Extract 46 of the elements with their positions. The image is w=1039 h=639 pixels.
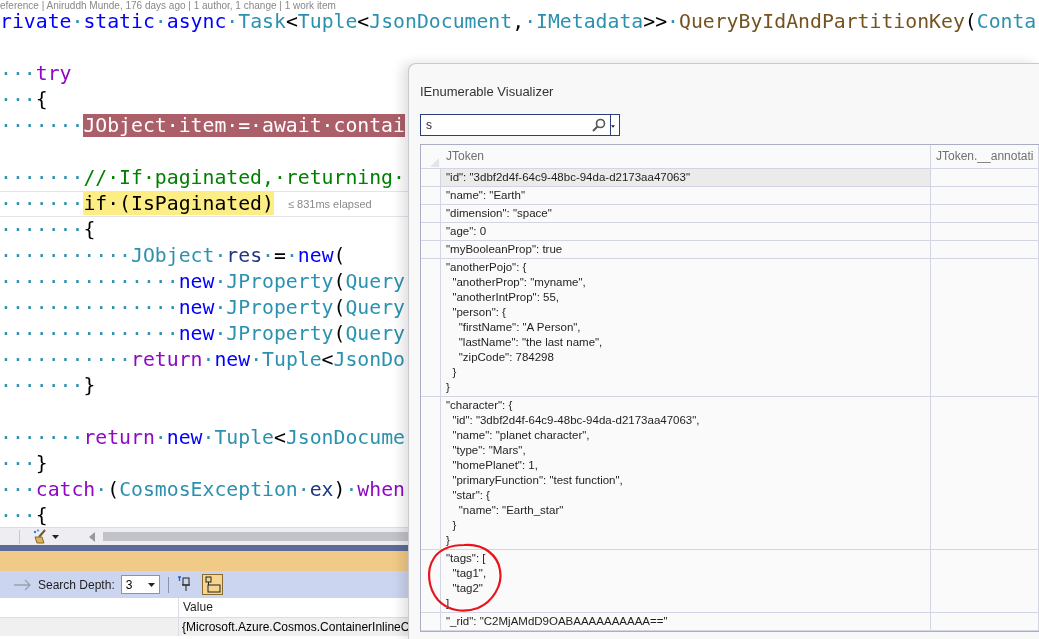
grid-row[interactable]: "id": "3dbf2d4f-64c9-48bc-94da-d2173aa47063"	[421, 169, 1039, 187]
grid-cell: "myBooleanProp": true	[441, 241, 931, 258]
code-line: ···catch·(CosmosException·ex)·when	[0, 477, 405, 503]
caret-icon	[611, 125, 615, 128]
grid-cell: "age": 0	[441, 223, 931, 240]
grid-cell: "id": "3dbf2d4f-64c9-48bc-94da-d2173aa47063"	[441, 169, 931, 186]
search-depth-dropdown[interactable]: 3	[120, 575, 160, 594]
code-line: ·······return·new·Tuple<JsonDocume	[0, 425, 405, 451]
search-depth-label: Search Depth:	[38, 577, 115, 592]
grid-row[interactable]: "age": 0	[421, 223, 1039, 241]
code-line: ···········JObject·res·=·new(	[0, 243, 346, 269]
code-line: ···········return·new·Tuple<JsonDo	[0, 347, 405, 373]
grid-cell: "name": "Earth"	[441, 187, 931, 204]
grid-row[interactable]: "character": { "id": "3dbf2d4f-64c9-48bc-94da-d2173aa47063", "name": "planet character", "type": "Mars", "homePlanet": 1, "primaryFunction": "test function", "star": { "name": "Earth_star" } }	[421, 397, 1039, 550]
grid-row[interactable]: "anotherPojo": { "anotherProp": "myname", "anotherIntProp": 55, "person": { "firstName": "A Person", "lastName": "the last name", "zipCode": 784298 } }	[421, 259, 1039, 397]
code-line: ·······{	[0, 217, 96, 243]
caret-icon	[147, 582, 155, 587]
grid-cell: "anotherPojo": { "anotherProp": "myname", "anotherIntProp": 55, "person": { "firstName": "A Person", "lastName": "the last name", "zipCode": 784298 } }	[441, 259, 931, 396]
dialog-title: IEnumerable Visualizer	[420, 84, 555, 100]
code-line: ···············new·JProperty(Query	[0, 269, 405, 295]
code-line: ···}	[0, 451, 48, 477]
code-line: ···{	[0, 503, 48, 527]
grid-cell: "character": { "id": "3dbf2d4f-64c9-48bc-94da-d2173aa47063", "name": "planet character", "type": "Mars", "homePlanet": 1, "primaryFunction": "test function", "star": { "name": "Earth_star" } }	[441, 397, 931, 549]
codelens-text[interactable]: eference | Aniruddh Munde, 176 days ago | 1 author, 1 change | 1 work item	[0, 0, 1039, 9]
toolbar-toggle-button[interactable]	[201, 574, 223, 595]
caret-icon	[52, 534, 59, 539]
code-line: ·······}	[0, 373, 96, 399]
column-header[interactable]: JToken.__annotati	[931, 145, 1039, 168]
code-line: ···············new·JProperty(Query	[0, 321, 405, 347]
code-line: ···try	[0, 61, 72, 87]
code-line: ···············new·JProperty(Query	[0, 295, 405, 321]
grid-cell: "dimension": "space"	[441, 205, 931, 222]
grid-row[interactable]: "dimension": "space"	[421, 205, 1039, 223]
grid-row[interactable]: "_rid": "C2MjAMdD9OABAAAAAAAAAA=="	[421, 613, 1039, 631]
search-field[interactable]: s	[420, 114, 620, 136]
code-line: ···{	[0, 87, 48, 113]
elapsed-time-hint: ≤ 831ms elapsed	[287, 198, 372, 210]
quick-actions-button[interactable]	[33, 529, 59, 544]
grid-cell: "_rid": "C2MjAMdD9OABAAAAAAAAAA=="	[441, 613, 931, 630]
grid-row[interactable]: "myBooleanProp": true	[421, 241, 1039, 259]
code-line: ·······//·If·paginated,·returning·	[0, 165, 405, 191]
column-header[interactable]: JToken	[441, 145, 931, 168]
search-icon	[592, 118, 606, 132]
pin-text-icon	[203, 576, 221, 593]
grid-row[interactable]: "name": "Earth"	[421, 187, 1039, 205]
code-line: rivate·static·async·Task<Tuple<JsonDocument,·IMetadata>>·QueryByIdAndPartitionKey(Conta	[0, 10, 1037, 35]
